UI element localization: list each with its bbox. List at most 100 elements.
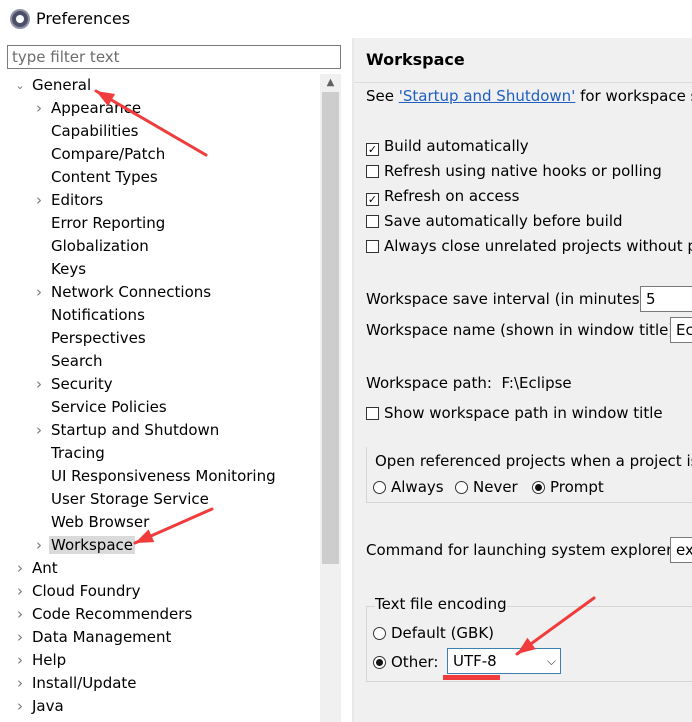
checkbox-label: Always close unrelated projects without … <box>384 237 692 255</box>
tree-item[interactable]: Compare/Patch <box>33 143 167 166</box>
radio-circle[interactable] <box>373 627 386 640</box>
tree-item-label: Globalization <box>51 237 149 255</box>
tree-item[interactable]: › Data Management <box>14 626 173 649</box>
radio-label: Default (GBK) <box>391 624 495 642</box>
tree-item[interactable]: UI Responsiveness Monitoring <box>33 465 278 488</box>
tree-item[interactable]: User Storage Service <box>33 488 211 511</box>
tree-item[interactable]: › Ant <box>14 557 60 580</box>
other-encoding-radio[interactable]: Other: <box>373 651 438 673</box>
tree-scrollbar[interactable]: ▲ <box>320 74 341 722</box>
scrollbar-thumb[interactable] <box>322 92 339 564</box>
checkbox-box[interactable] <box>366 165 379 178</box>
tree-item[interactable]: › Appearance <box>33 97 143 120</box>
tree-item-label: Perspectives <box>51 329 146 347</box>
never-radio[interactable]: Never <box>455 476 518 498</box>
chevron-down-icon[interactable]: ⌄ <box>14 74 26 97</box>
radio-circle[interactable] <box>373 481 386 494</box>
tree-item-label: Keys <box>51 260 87 278</box>
tree-item[interactable]: › Workspace <box>33 534 135 557</box>
tree-item-label: Tracing <box>51 444 105 462</box>
tree-item-label: General <box>32 76 92 94</box>
tree-item-label: Error Reporting <box>51 214 166 232</box>
tree-item-label: Appearance <box>51 99 142 117</box>
tree-item[interactable]: Capabilities <box>33 120 141 143</box>
chevron-right-icon[interactable]: › <box>33 189 45 212</box>
tree-item[interactable]: › Network Connections <box>33 281 213 304</box>
tree-item[interactable]: › Help <box>14 649 68 672</box>
scroll-up-icon[interactable]: ▲ <box>320 74 341 91</box>
chevron-right-icon[interactable]: › <box>33 373 45 396</box>
startup-shutdown-link[interactable]: 'Startup and Shutdown' <box>399 87 576 105</box>
tree-item[interactable]: › Install/Update <box>14 672 139 695</box>
tree-item[interactable]: ⌄ General <box>14 74 93 97</box>
tree-item[interactable]: › Startup and Shutdown <box>33 419 221 442</box>
tree-item-label: Search <box>51 352 103 370</box>
radio-circle[interactable] <box>455 481 468 494</box>
tree-item[interactable]: Tracing <box>33 442 107 465</box>
chevron-right-icon[interactable]: › <box>14 649 26 672</box>
prompt-radio[interactable]: Prompt <box>532 476 604 498</box>
tree-item-label: Network Connections <box>51 283 212 301</box>
close-unrelated-projects-checkbox[interactable]: Always close unrelated projects without … <box>366 235 692 257</box>
tree-item[interactable]: Globalization <box>33 235 151 258</box>
checkbox-box[interactable]: ✓ <box>366 193 379 206</box>
chevron-right-icon[interactable]: › <box>33 281 45 304</box>
window-title: Preferences <box>36 9 131 28</box>
workspace-name-label: Workspace name (shown in window title): <box>366 321 680 339</box>
chevron-right-icon[interactable]: › <box>33 419 45 442</box>
tree-item[interactable]: Service Policies <box>33 396 169 419</box>
tree-item-label: Install/Update <box>32 674 137 692</box>
tree-item[interactable]: › Cloud Foundry <box>14 580 142 603</box>
tree-item[interactable]: Error Reporting <box>33 212 167 235</box>
checkbox-label: Save automatically before build <box>384 212 623 230</box>
chevron-right-icon[interactable]: › <box>14 580 26 603</box>
tree-item[interactable]: › Editors <box>33 189 105 212</box>
tree-item[interactable]: Perspectives <box>33 327 148 350</box>
checkbox-box[interactable] <box>366 407 379 420</box>
tree-item[interactable]: Notifications <box>33 304 147 327</box>
chevron-right-icon[interactable]: › <box>14 603 26 626</box>
encoding-combo[interactable]: UTF-8 ⌵ <box>447 648 561 674</box>
save-interval-input[interactable]: 5 <box>640 286 692 312</box>
system-explorer-input[interactable]: ex <box>670 537 692 563</box>
chevron-right-icon[interactable]: › <box>14 672 26 695</box>
save-interval-label: Workspace save interval (in minutes): <box>366 290 651 308</box>
radio-circle[interactable] <box>373 656 386 669</box>
checkbox-box[interactable] <box>366 240 379 253</box>
tree-item-label: Data Management <box>32 628 172 646</box>
tree-item[interactable]: › Security <box>33 373 115 396</box>
chevron-right-icon[interactable]: › <box>33 97 45 120</box>
preferences-tree: ⌄ General › Appearance Capabilities Compare/P… <box>0 74 320 722</box>
checkbox-label: Build automatically <box>384 137 529 155</box>
show-workspace-path-checkbox[interactable]: Show workspace path in window title <box>366 402 663 424</box>
tree-item[interactable]: › Code Recommenders <box>14 603 194 626</box>
refresh-on-access-checkbox[interactable]: ✓ Refresh on access <box>366 185 519 207</box>
tree-item[interactable]: Keys <box>33 258 88 281</box>
checkbox-box[interactable] <box>366 215 379 228</box>
system-explorer-label: Command for launching system explorer: <box>366 541 678 559</box>
default-encoding-radio[interactable]: Default (GBK) <box>373 622 494 644</box>
radio-circle[interactable] <box>532 481 545 494</box>
tree-item[interactable]: Search <box>33 350 105 373</box>
refresh-native-hooks-checkbox[interactable]: Refresh using native hooks or polling <box>366 160 662 182</box>
build-automatically-checkbox[interactable]: ✓ Build automatically <box>366 135 529 157</box>
always-radio[interactable]: Always <box>373 476 444 498</box>
chevron-down-icon[interactable]: ⌵ <box>547 649 556 673</box>
checkbox-box[interactable]: ✓ <box>366 143 379 156</box>
radio-label: Never <box>473 478 518 496</box>
eclipse-app-icon <box>10 9 30 29</box>
tree-item[interactable]: Web Browser <box>33 511 151 534</box>
chevron-right-icon[interactable]: › <box>14 695 26 718</box>
workspace-name-input[interactable]: Ec <box>670 317 692 343</box>
chevron-right-icon[interactable]: › <box>14 626 26 649</box>
title-bar: Preferences <box>0 0 692 38</box>
chevron-right-icon[interactable]: › <box>14 557 26 580</box>
tree-item[interactable]: Content Types <box>33 166 160 189</box>
tree-item[interactable]: › Java <box>14 695 66 718</box>
filter-input[interactable] <box>7 45 341 69</box>
workspace-path-row: Workspace path: F:\Eclipse <box>366 374 572 392</box>
encoding-value: UTF-8 <box>453 652 497 670</box>
save-before-build-checkbox[interactable]: Save automatically before build <box>366 210 623 232</box>
tree-item-label: Content Types <box>51 168 158 186</box>
chevron-right-icon[interactable]: › <box>33 534 45 557</box>
